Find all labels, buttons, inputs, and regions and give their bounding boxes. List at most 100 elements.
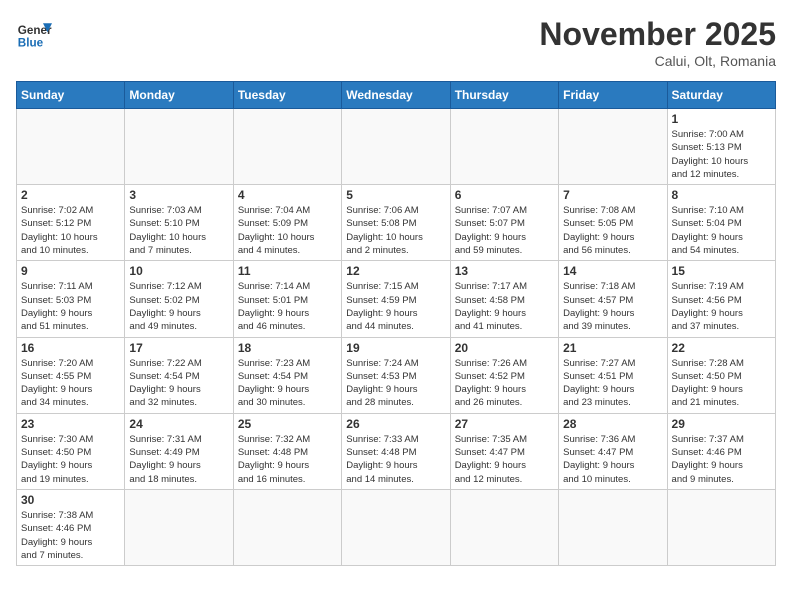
day-info: Sunrise: 7:10 AM Sunset: 5:04 PM Dayligh… (672, 204, 771, 257)
calendar-day-empty (17, 109, 125, 185)
day-info: Sunrise: 7:11 AM Sunset: 5:03 PM Dayligh… (21, 280, 120, 333)
day-number: 12 (346, 264, 445, 278)
calendar-day-23: 23 Sunrise: 7:30 AM Sunset: 4:50 PM Dayli… (17, 413, 125, 489)
calendar-day-1: 1 Sunrise: 7:00 AM Sunset: 5:13 PM Daylig… (667, 109, 775, 185)
day-info: Sunrise: 7:24 AM Sunset: 4:53 PM Dayligh… (346, 357, 445, 410)
calendar-day-10: 10 Sunrise: 7:12 AM Sunset: 5:02 PM Dayli… (125, 261, 233, 337)
day-number: 24 (129, 417, 228, 431)
calendar-day-empty (667, 489, 775, 565)
calendar-day-empty (233, 109, 341, 185)
calendar-day-24: 24 Sunrise: 7:31 AM Sunset: 4:49 PM Dayli… (125, 413, 233, 489)
day-info: Sunrise: 7:12 AM Sunset: 5:02 PM Dayligh… (129, 280, 228, 333)
calendar-table: SundayMondayTuesdayWednesdayThursdayFrid… (16, 81, 776, 566)
calendar-day-empty (559, 489, 667, 565)
logo-icon: General Blue (16, 16, 52, 52)
day-number: 23 (21, 417, 120, 431)
day-info: Sunrise: 7:38 AM Sunset: 4:46 PM Dayligh… (21, 509, 120, 562)
calendar-day-18: 18Sunrise: 7:23 AM Sunset: 4:54 PM Dayli… (233, 337, 341, 413)
calendar-day-20: 20Sunrise: 7:26 AM Sunset: 4:52 PM Dayli… (450, 337, 558, 413)
title-block: November 2025 Calui, Olt, Romania (539, 16, 776, 69)
day-info: Sunrise: 7:32 AM Sunset: 4:48 PM Dayligh… (238, 433, 337, 486)
location: Calui, Olt, Romania (539, 53, 776, 69)
calendar-day-empty (450, 489, 558, 565)
weekday-header-saturday: Saturday (667, 82, 775, 109)
day-number: 17 (129, 341, 228, 355)
day-number: 30 (21, 493, 120, 507)
calendar-day-2: 2 Sunrise: 7:02 AM Sunset: 5:12 PM Daylig… (17, 185, 125, 261)
calendar-row-3: 16 Sunrise: 7:20 AM Sunset: 4:55 PM Dayli… (17, 337, 776, 413)
day-info: Sunrise: 7:19 AM Sunset: 4:56 PM Dayligh… (672, 280, 771, 333)
day-info: Sunrise: 7:02 AM Sunset: 5:12 PM Dayligh… (21, 204, 120, 257)
calendar-row-1: 2 Sunrise: 7:02 AM Sunset: 5:12 PM Daylig… (17, 185, 776, 261)
weekday-header-row: SundayMondayTuesdayWednesdayThursdayFrid… (17, 82, 776, 109)
day-info: Sunrise: 7:30 AM Sunset: 4:50 PM Dayligh… (21, 433, 120, 486)
day-number: 27 (455, 417, 554, 431)
day-number: 28 (563, 417, 662, 431)
day-number: 29 (672, 417, 771, 431)
page-header: General Blue November 2025 Calui, Olt, R… (16, 16, 776, 69)
day-number: 3 (129, 188, 228, 202)
day-info: Sunrise: 7:06 AM Sunset: 5:08 PM Dayligh… (346, 204, 445, 257)
day-info: Sunrise: 7:23 AM Sunset: 4:54 PM Dayligh… (238, 357, 337, 410)
day-info: Sunrise: 7:04 AM Sunset: 5:09 PM Dayligh… (238, 204, 337, 257)
calendar-day-19: 19Sunrise: 7:24 AM Sunset: 4:53 PM Dayli… (342, 337, 450, 413)
day-info: Sunrise: 7:20 AM Sunset: 4:55 PM Dayligh… (21, 357, 120, 410)
weekday-header-friday: Friday (559, 82, 667, 109)
calendar-day-11: 11 Sunrise: 7:14 AM Sunset: 5:01 PM Dayli… (233, 261, 341, 337)
day-number: 2 (21, 188, 120, 202)
day-number: 25 (238, 417, 337, 431)
day-number: 15 (672, 264, 771, 278)
day-info: Sunrise: 7:00 AM Sunset: 5:13 PM Dayligh… (672, 128, 771, 181)
day-number: 14 (563, 264, 662, 278)
calendar-day-22: 22Sunrise: 7:28 AM Sunset: 4:50 PM Dayli… (667, 337, 775, 413)
calendar-day-empty (342, 109, 450, 185)
day-info: Sunrise: 7:08 AM Sunset: 5:05 PM Dayligh… (563, 204, 662, 257)
calendar-day-empty (233, 489, 341, 565)
calendar-day-27: 27 Sunrise: 7:35 AM Sunset: 4:47 PM Dayli… (450, 413, 558, 489)
svg-text:Blue: Blue (18, 37, 44, 50)
calendar-day-empty (559, 109, 667, 185)
day-info: Sunrise: 7:27 AM Sunset: 4:51 PM Dayligh… (563, 357, 662, 410)
calendar-day-13: 13Sunrise: 7:17 AM Sunset: 4:58 PM Dayli… (450, 261, 558, 337)
day-number: 9 (21, 264, 120, 278)
day-number: 11 (238, 264, 337, 278)
calendar-day-empty (125, 109, 233, 185)
weekday-header-wednesday: Wednesday (342, 82, 450, 109)
calendar-day-4: 4Sunrise: 7:04 AM Sunset: 5:09 PM Daylig… (233, 185, 341, 261)
weekday-header-tuesday: Tuesday (233, 82, 341, 109)
weekday-header-thursday: Thursday (450, 82, 558, 109)
calendar-row-2: 9 Sunrise: 7:11 AM Sunset: 5:03 PM Daylig… (17, 261, 776, 337)
day-number: 21 (563, 341, 662, 355)
day-info: Sunrise: 7:35 AM Sunset: 4:47 PM Dayligh… (455, 433, 554, 486)
day-number: 26 (346, 417, 445, 431)
calendar-row-4: 23 Sunrise: 7:30 AM Sunset: 4:50 PM Dayli… (17, 413, 776, 489)
day-info: Sunrise: 7:33 AM Sunset: 4:48 PM Dayligh… (346, 433, 445, 486)
day-number: 5 (346, 188, 445, 202)
day-number: 8 (672, 188, 771, 202)
calendar-day-3: 3Sunrise: 7:03 AM Sunset: 5:10 PM Daylig… (125, 185, 233, 261)
day-info: Sunrise: 7:18 AM Sunset: 4:57 PM Dayligh… (563, 280, 662, 333)
day-number: 22 (672, 341, 771, 355)
calendar-day-empty (342, 489, 450, 565)
logo: General Blue (16, 16, 52, 52)
day-info: Sunrise: 7:14 AM Sunset: 5:01 PM Dayligh… (238, 280, 337, 333)
day-number: 1 (672, 112, 771, 126)
day-info: Sunrise: 7:07 AM Sunset: 5:07 PM Dayligh… (455, 204, 554, 257)
calendar-day-15: 15 Sunrise: 7:19 AM Sunset: 4:56 PM Dayli… (667, 261, 775, 337)
day-number: 16 (21, 341, 120, 355)
calendar-day-6: 6 Sunrise: 7:07 AM Sunset: 5:07 PM Daylig… (450, 185, 558, 261)
calendar-day-25: 25 Sunrise: 7:32 AM Sunset: 4:48 PM Dayli… (233, 413, 341, 489)
day-info: Sunrise: 7:31 AM Sunset: 4:49 PM Dayligh… (129, 433, 228, 486)
day-info: Sunrise: 7:26 AM Sunset: 4:52 PM Dayligh… (455, 357, 554, 410)
calendar-day-8: 8 Sunrise: 7:10 AM Sunset: 5:04 PM Daylig… (667, 185, 775, 261)
calendar-day-5: 5 Sunrise: 7:06 AM Sunset: 5:08 PM Daylig… (342, 185, 450, 261)
calendar-day-28: 28Sunrise: 7:36 AM Sunset: 4:47 PM Dayli… (559, 413, 667, 489)
calendar-day-7: 7Sunrise: 7:08 AM Sunset: 5:05 PM Daylig… (559, 185, 667, 261)
calendar-day-26: 26 Sunrise: 7:33 AM Sunset: 4:48 PM Dayli… (342, 413, 450, 489)
calendar-day-12: 12Sunrise: 7:15 AM Sunset: 4:59 PM Dayli… (342, 261, 450, 337)
day-number: 10 (129, 264, 228, 278)
calendar-day-empty (125, 489, 233, 565)
month-title: November 2025 (539, 16, 776, 53)
day-number: 6 (455, 188, 554, 202)
calendar-day-9: 9 Sunrise: 7:11 AM Sunset: 5:03 PM Daylig… (17, 261, 125, 337)
